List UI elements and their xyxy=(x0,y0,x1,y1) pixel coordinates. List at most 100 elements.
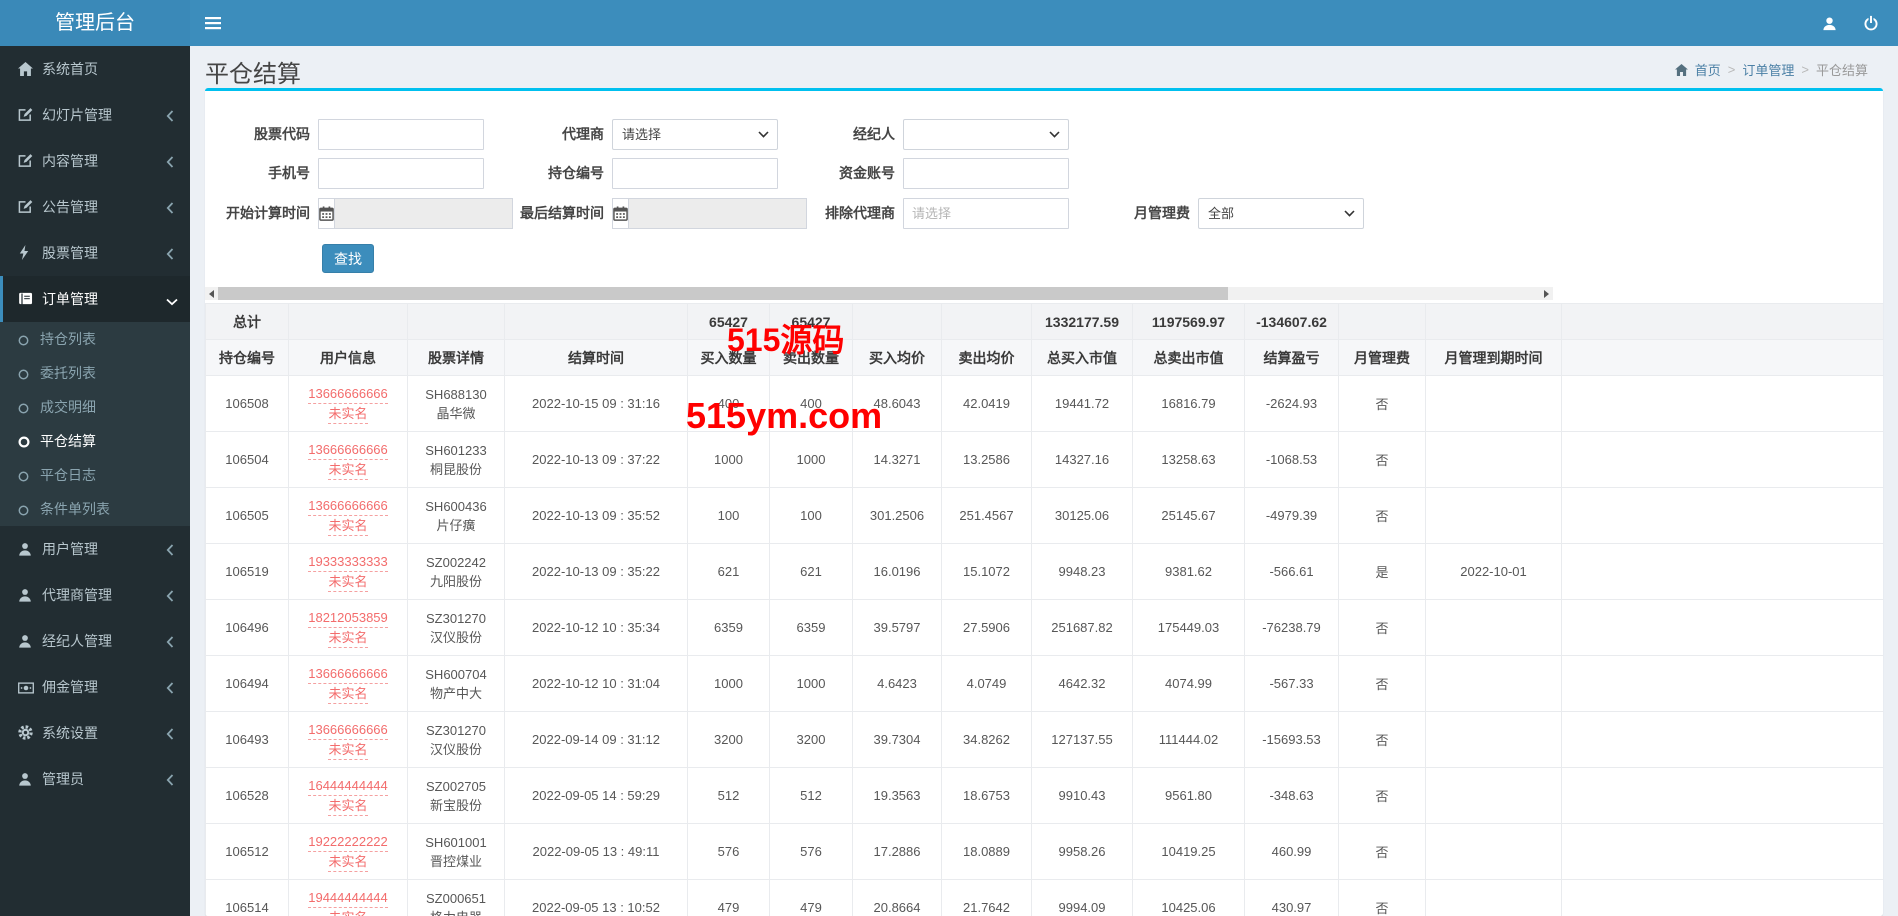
breadcrumb-section[interactable]: 订单管理 xyxy=(1742,60,1794,79)
user-phone-link[interactable]: 19222222222 xyxy=(308,832,388,852)
sidebar-subitem-positions[interactable]: 持仓列表 xyxy=(0,322,190,356)
totals-value xyxy=(1426,304,1562,340)
user-phone-link[interactable]: 19333333333 xyxy=(308,552,388,572)
sidebar-subitem-condition[interactable]: 条件单列表 xyxy=(0,492,190,526)
sidebar-item-settings[interactable]: 系统设置 xyxy=(0,710,190,756)
cell-filler xyxy=(1562,488,1884,544)
cell-position-id: 106493 xyxy=(206,712,289,768)
cell-buy-total: 9910.43 xyxy=(1032,768,1133,824)
user-verify-link[interactable]: 未实名 xyxy=(328,908,367,916)
sidebar-item-content[interactable]: 内容管理 xyxy=(0,138,190,184)
column-header: 总卖出市值 xyxy=(1133,340,1245,376)
totals-value: 1197569.97 xyxy=(1133,304,1245,340)
user-phone-link[interactable]: 16444444444 xyxy=(308,776,388,796)
cell-stock-detail: SH688130晶华微 xyxy=(408,376,505,432)
totals-value xyxy=(1339,304,1426,340)
scroll-left-arrow-icon[interactable] xyxy=(205,287,218,300)
monthly-fee-select[interactable]: 全部 xyxy=(1198,198,1364,229)
search-button[interactable]: 查找 xyxy=(322,244,374,273)
user-phone-link[interactable]: 13666666666 xyxy=(308,440,388,460)
broker-select[interactable] xyxy=(903,119,1069,150)
user-phone-link[interactable]: 18212053859 xyxy=(308,608,388,628)
user-phone-link[interactable]: 13666666666 xyxy=(308,720,388,740)
user-verify-link[interactable]: 未实名 xyxy=(328,852,367,872)
stock-code: SH600704 xyxy=(408,665,504,684)
sidebar-item-stocks[interactable]: 股票管理 xyxy=(0,230,190,276)
cell-sell-avg: 251.4567 xyxy=(942,488,1032,544)
sidebar: 系统首页幻灯片管理内容管理公告管理股票管理订单管理持仓列表委托列表成交明细平仓结… xyxy=(0,46,190,916)
sidebar-subitem-label: 平仓日志 xyxy=(40,467,96,483)
sidebar-item-label: 经纪人管理 xyxy=(42,633,112,649)
user-verify-link[interactable]: 未实名 xyxy=(328,796,367,816)
cell-stock-detail: SZ002242九阳股份 xyxy=(408,544,505,600)
cell-sell-qty: 512 xyxy=(770,768,853,824)
sidebar-subitem-deals[interactable]: 成交明细 xyxy=(0,390,190,424)
sidebar-item-label: 订单管理 xyxy=(42,291,98,307)
table-row: 10649413666666666未实名SH600704物产中大2022-10-… xyxy=(206,656,1884,712)
cell-sell-avg: 42.0419 xyxy=(942,376,1032,432)
cell-buy-qty: 3200 xyxy=(688,712,770,768)
user-phone-link[interactable]: 13666666666 xyxy=(308,496,388,516)
cell-filler xyxy=(1562,824,1884,880)
breadcrumb-home[interactable]: 首页 xyxy=(1695,60,1721,79)
user-verify-link[interactable]: 未实名 xyxy=(328,460,367,480)
cell-monthly-fee: 否 xyxy=(1339,712,1426,768)
cell-filler xyxy=(1562,768,1884,824)
sidebar-item-users[interactable]: 用户管理 xyxy=(0,526,190,572)
sidebar-item-admins[interactable]: 管理员 xyxy=(0,756,190,802)
user-verify-link[interactable]: 未实名 xyxy=(328,740,367,760)
sidebar-item-slides[interactable]: 幻灯片管理 xyxy=(0,92,190,138)
sidebar-item-home[interactable]: 系统首页 xyxy=(0,46,190,92)
user-menu-button[interactable] xyxy=(1808,0,1850,46)
cell-fee-expire xyxy=(1426,488,1562,544)
cell-sell-total: 25145.67 xyxy=(1133,488,1245,544)
sidebar-item-commission[interactable]: 佣金管理 xyxy=(0,664,190,710)
table-row: 10649618212053859未实名SZ301270汉仪股份2022-10-… xyxy=(206,600,1884,656)
sidebar-item-notice[interactable]: 公告管理 xyxy=(0,184,190,230)
sidebar-subitem-entrust[interactable]: 委托列表 xyxy=(0,356,190,390)
cell-settle-time: 2022-10-12 10 : 35:34 xyxy=(505,600,688,656)
stock-name: 汉仪股份 xyxy=(408,740,504,759)
user-phone-link[interactable]: 19444444444 xyxy=(308,888,388,908)
sidebar-item-label: 系统首页 xyxy=(42,61,98,77)
watermark-text-2: 515ym.com xyxy=(686,395,882,437)
logout-button[interactable] xyxy=(1850,0,1892,46)
sidebar-subitem-close-log[interactable]: 平仓日志 xyxy=(0,458,190,492)
cell-settle-time: 2022-10-15 09 : 31:16 xyxy=(505,376,688,432)
chevron-left-icon xyxy=(166,635,178,647)
cell-position-id: 106494 xyxy=(206,656,289,712)
cell-sell-qty: 621 xyxy=(770,544,853,600)
sidebar-item-orders[interactable]: 订单管理 xyxy=(0,276,190,322)
sidebar-subitem-settlement[interactable]: 平仓结算 xyxy=(0,424,190,458)
cell-stock-detail: SH601001晋控煤业 xyxy=(408,824,505,880)
fund-account-input[interactable] xyxy=(903,158,1069,189)
app-logo[interactable]: 管理后台 xyxy=(0,0,190,46)
cell-sell-total: 4074.99 xyxy=(1133,656,1245,712)
horizontal-scrollbar[interactable] xyxy=(205,287,1553,300)
cell-stock-detail: SZ002705新宝股份 xyxy=(408,768,505,824)
cell-user-info: 19222222222未实名 xyxy=(289,824,408,880)
user-verify-link[interactable]: 未实名 xyxy=(328,628,367,648)
totals-value xyxy=(1562,304,1884,340)
stock-code: SZ002705 xyxy=(408,777,504,796)
scrollbar-thumb[interactable] xyxy=(218,287,1228,300)
sidebar-item-brokers[interactable]: 经纪人管理 xyxy=(0,618,190,664)
cell-sell-avg: 15.1072 xyxy=(942,544,1032,600)
cell-buy-qty: 512 xyxy=(688,768,770,824)
sidebar-toggle-button[interactable] xyxy=(190,0,236,46)
cell-user-info: 18212053859未实名 xyxy=(289,600,408,656)
table-totals-row: 总计65427654271332177.591197569.97-134607.… xyxy=(206,304,1884,340)
user-verify-link[interactable]: 未实名 xyxy=(328,572,367,592)
cell-sell-qty: 100 xyxy=(770,488,853,544)
user-phone-link[interactable]: 13666666666 xyxy=(308,664,388,684)
scroll-right-arrow-icon[interactable] xyxy=(1540,287,1553,300)
cell-sell-total: 9381.62 xyxy=(1133,544,1245,600)
sidebar-subitem-label: 委托列表 xyxy=(40,365,96,381)
user-verify-link[interactable]: 未实名 xyxy=(328,404,367,424)
cell-filler xyxy=(1562,712,1884,768)
user-phone-link[interactable]: 13666666666 xyxy=(308,384,388,404)
user-verify-link[interactable]: 未实名 xyxy=(328,516,367,536)
user-verify-link[interactable]: 未实名 xyxy=(328,684,367,704)
sidebar-item-agents[interactable]: 代理商管理 xyxy=(0,572,190,618)
cell-profit: -567.33 xyxy=(1245,656,1339,712)
